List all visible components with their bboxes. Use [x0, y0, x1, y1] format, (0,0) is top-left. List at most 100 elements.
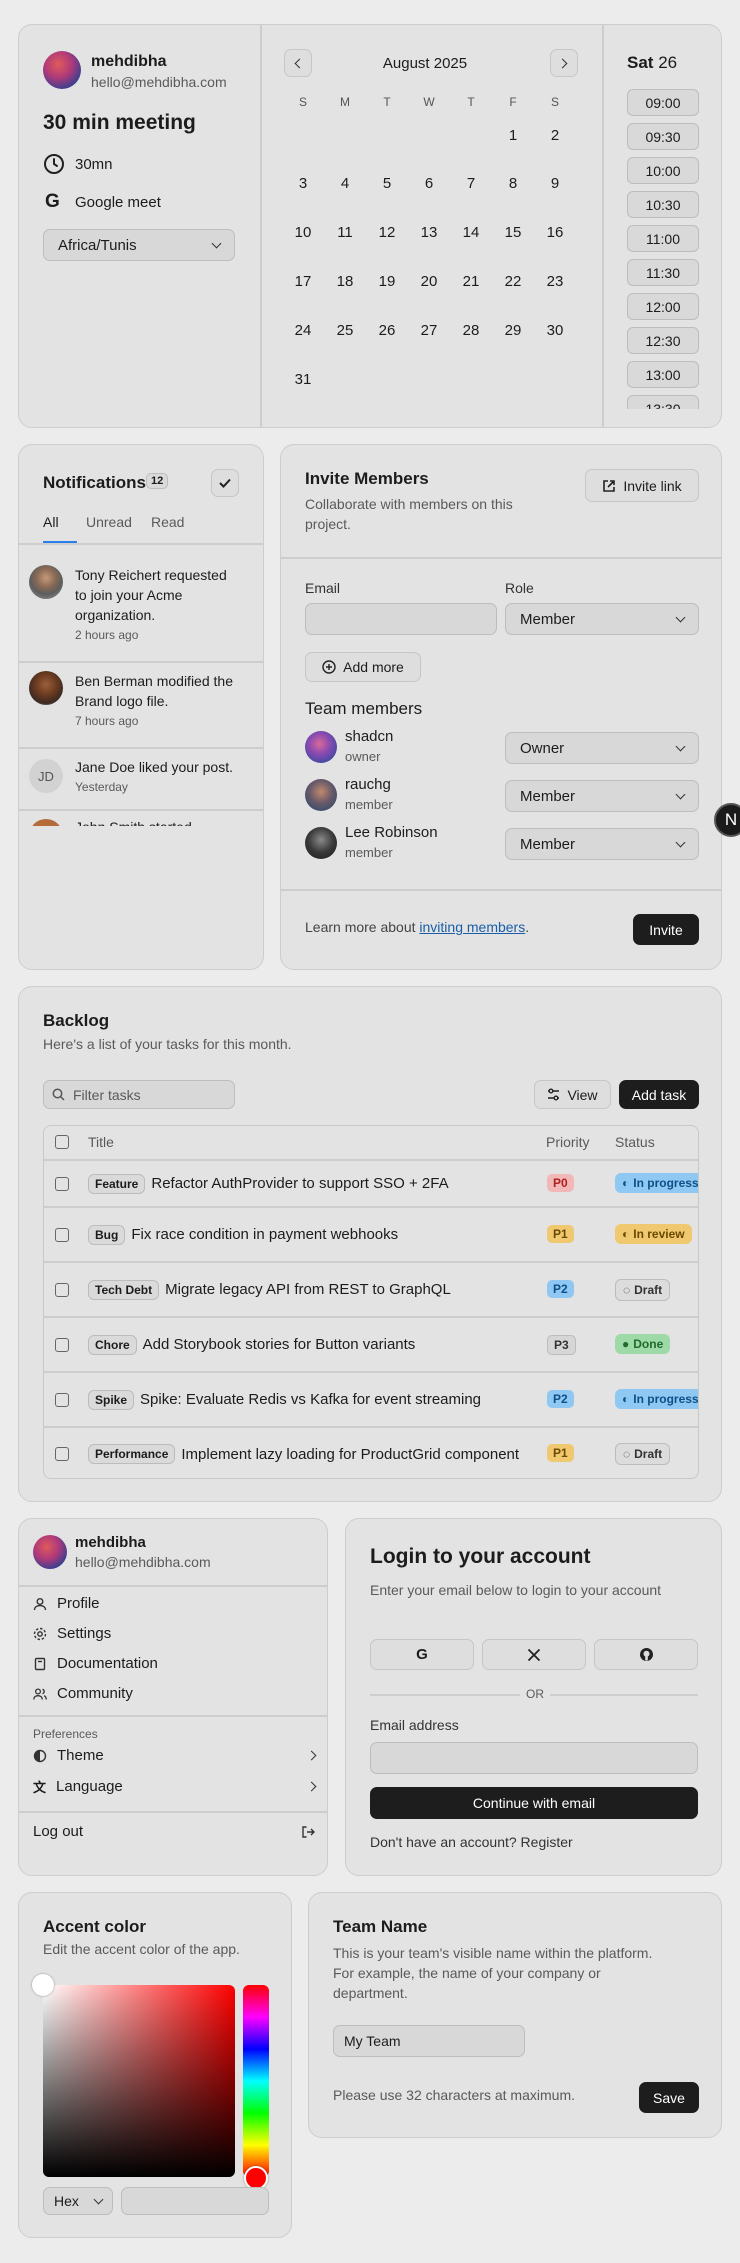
login-email-input[interactable]: [370, 1742, 698, 1774]
invite-button[interactable]: Invite: [633, 914, 699, 945]
tab-read[interactable]: Read: [151, 514, 184, 530]
add-more-button[interactable]: Add more: [305, 652, 421, 682]
time-slot-button[interactable]: 11:00: [627, 225, 699, 252]
inviting-members-link[interactable]: inviting members: [419, 919, 525, 935]
time-slot-button[interactable]: 11:30: [627, 259, 699, 286]
calendar-day[interactable]: 31: [285, 368, 321, 392]
status-badge: ● Done: [615, 1333, 671, 1354]
save-button[interactable]: Save: [639, 2082, 699, 2113]
register-text[interactable]: Don't have an account? Register: [370, 1834, 573, 1850]
continue-with-email-button[interactable]: Continue with email: [370, 1787, 698, 1819]
row-checkbox[interactable]: [55, 1337, 69, 1352]
google-login-button[interactable]: G: [370, 1639, 474, 1670]
time-slot-button[interactable]: 12:30: [627, 327, 699, 354]
color-format-select[interactable]: Hex: [43, 2187, 113, 2215]
hue-slider[interactable]: [243, 1985, 269, 2177]
calendar-day[interactable]: 16: [537, 221, 573, 245]
timezone-select[interactable]: Africa/Tunis: [43, 229, 235, 261]
notifications-card: Notifications 12 All Unread Read Tony Re…: [18, 444, 264, 970]
mark-all-read-button[interactable]: [211, 469, 239, 497]
member-name: rauchg: [345, 776, 391, 793]
team-name-input[interactable]: My Team: [333, 2025, 525, 2057]
calendar-day[interactable]: 7: [453, 172, 489, 196]
calendar-day[interactable]: 9: [537, 172, 573, 196]
tab-all[interactable]: All: [43, 514, 59, 530]
calendar-day[interactable]: 30: [537, 319, 573, 343]
menu-item-community[interactable]: Community: [33, 1685, 133, 1702]
email-input[interactable]: [305, 603, 497, 635]
calendar-day[interactable]: 6: [411, 172, 447, 196]
x-login-button[interactable]: [482, 1639, 586, 1670]
table-row[interactable]: Feature Refactor AuthProvider to support …: [44, 1160, 698, 1207]
tab-unread[interactable]: Unread: [86, 514, 132, 530]
calendar-day[interactable]: 17: [285, 270, 321, 294]
calendar-day[interactable]: 10: [285, 221, 321, 245]
color-hex-input[interactable]: [121, 2187, 269, 2215]
calendar-day[interactable]: 4: [327, 172, 363, 196]
calendar-day[interactable]: 13: [411, 221, 447, 245]
row-checkbox[interactable]: [55, 1282, 69, 1297]
calendar-day[interactable]: 15: [495, 221, 531, 245]
row-checkbox[interactable]: [55, 1227, 69, 1242]
time-slot-button[interactable]: 13:00: [627, 361, 699, 388]
calendar-day[interactable]: 23: [537, 270, 573, 294]
calendar-day[interactable]: 22: [495, 270, 531, 294]
filter-tasks-input[interactable]: Filter tasks: [43, 1080, 235, 1109]
calendar-day[interactable]: 18: [327, 270, 363, 294]
calendar-day[interactable]: 5: [369, 172, 405, 196]
calendar-day[interactable]: 12: [369, 221, 405, 245]
github-icon: [639, 1648, 653, 1661]
calendar-day[interactable]: 27: [411, 319, 447, 343]
member-avatar-lee: [305, 827, 337, 859]
menu-item-documentation[interactable]: Documentation: [33, 1655, 158, 1672]
color-saturation-area[interactable]: [43, 1985, 235, 2177]
calendar-day[interactable]: 19: [369, 270, 405, 294]
row-checkbox[interactable]: [55, 1392, 69, 1407]
calendar-day[interactable]: 1: [495, 124, 531, 148]
time-slot-button[interactable]: 10:00: [627, 157, 699, 184]
calendar-day[interactable]: 11: [327, 221, 363, 245]
time-slot-button[interactable]: 10:30: [627, 191, 699, 218]
next-month-button[interactable]: [550, 49, 578, 77]
calendar-day[interactable]: 14: [453, 221, 489, 245]
calendar-day[interactable]: 24: [285, 319, 321, 343]
member-role-select[interactable]: Member: [505, 828, 699, 860]
invite-link-button[interactable]: Invite link: [585, 469, 699, 502]
color-picker-thumb[interactable]: [32, 1974, 54, 1996]
menu-item-language[interactable]: 文 Language: [33, 1777, 317, 1796]
add-task-button[interactable]: Add task: [619, 1080, 699, 1109]
calendar-day[interactable]: 8: [495, 172, 531, 196]
member-role-select[interactable]: Owner: [505, 732, 699, 764]
table-row[interactable]: Performance Implement lazy loading for Pr…: [44, 1427, 698, 1478]
table-row[interactable]: Tech Debt Migrate legacy API from REST to…: [44, 1262, 698, 1317]
select-all-checkbox[interactable]: [55, 1135, 69, 1149]
table-row[interactable]: Chore Add Storybook stories for Button va…: [44, 1317, 698, 1372]
time-slot-button[interactable]: 13:30: [627, 395, 699, 409]
calendar-day[interactable]: 28: [453, 319, 489, 343]
row-checkbox[interactable]: [55, 1447, 69, 1461]
menu-item-logout[interactable]: Log out: [33, 1823, 315, 1840]
calendar-day[interactable]: 29: [495, 319, 531, 343]
time-slot-button[interactable]: 09:30: [627, 123, 699, 150]
calendar-day[interactable]: 26: [369, 319, 405, 343]
calendar-day[interactable]: 2: [537, 124, 573, 148]
menu-item-theme[interactable]: Theme: [33, 1747, 317, 1764]
github-login-button[interactable]: [594, 1639, 698, 1670]
calendar-day[interactable]: 3: [285, 172, 321, 196]
member-role-select[interactable]: Member: [505, 780, 699, 812]
menu-item-profile[interactable]: Profile: [33, 1595, 100, 1612]
time-slot-button[interactable]: 09:00: [627, 89, 699, 116]
menu-item-settings[interactable]: Settings: [33, 1625, 111, 1642]
row-checkbox[interactable]: [55, 1176, 69, 1191]
role-select[interactable]: Member: [505, 603, 699, 635]
time-slot-button[interactable]: 12:00: [627, 293, 699, 320]
table-row[interactable]: Bug Fix race condition in payment webhook…: [44, 1207, 698, 1262]
calendar-day[interactable]: 20: [411, 270, 447, 294]
floating-n-button[interactable]: N: [714, 803, 740, 837]
calendar-day[interactable]: 25: [327, 319, 363, 343]
prev-month-button[interactable]: [284, 49, 312, 77]
weekday-label: M: [340, 95, 350, 109]
table-row[interactable]: Spike Spike: Evaluate Redis vs Kafka for …: [44, 1372, 698, 1427]
calendar-day[interactable]: 21: [453, 270, 489, 294]
view-button[interactable]: View: [534, 1080, 611, 1109]
